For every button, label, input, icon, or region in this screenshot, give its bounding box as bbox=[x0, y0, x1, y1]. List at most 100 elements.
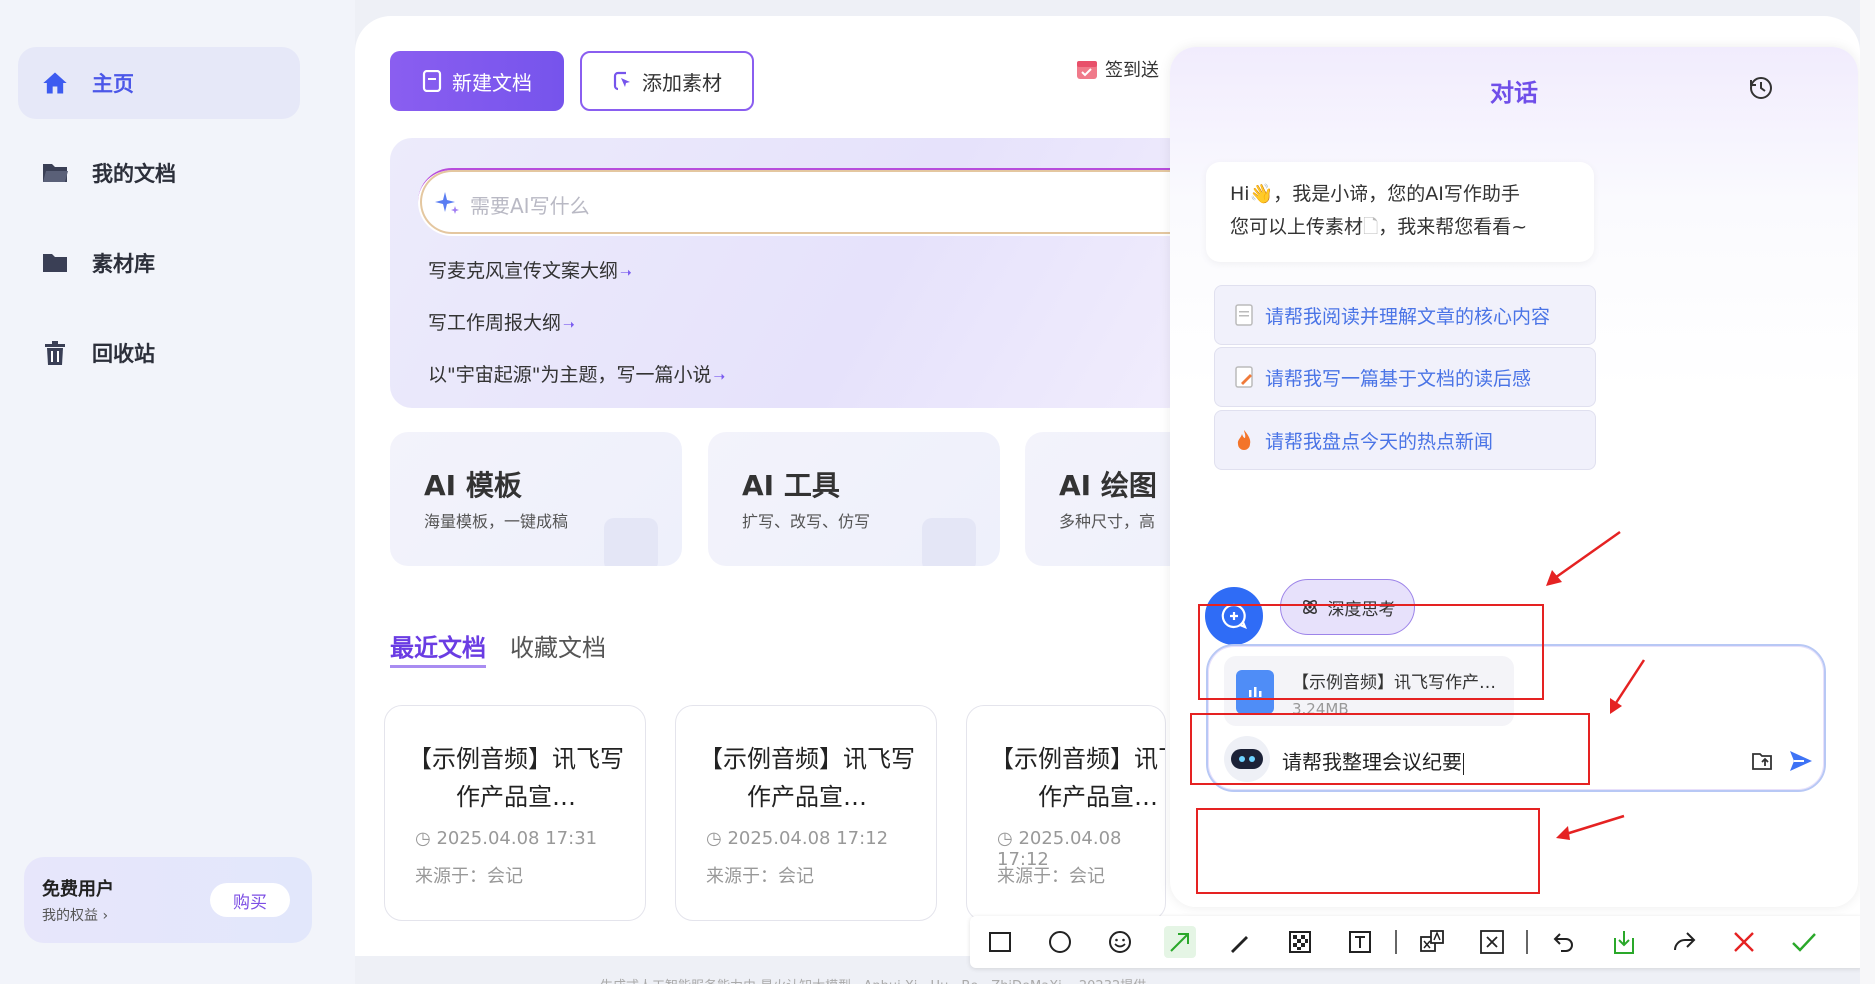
sidebar-item-trash[interactable]: 回收站 bbox=[18, 317, 300, 389]
tool-title: AI 绘图 bbox=[1059, 469, 1157, 502]
emoji-tool-icon[interactable] bbox=[1104, 926, 1136, 958]
ocr-tool-icon[interactable] bbox=[1476, 926, 1508, 958]
doc-source: 来源于：会记 bbox=[997, 866, 1105, 887]
share-icon[interactable] bbox=[1668, 926, 1700, 958]
ai-prompt-placeholder: 需要AI写什么 bbox=[470, 194, 590, 218]
doc-card[interactable]: 【示例音频】讯飞写作产品宣… ◷ 2025.04.08 17:12 来源于：会记 bbox=[675, 705, 937, 921]
doc-title: 【示例音频】讯飞写作产品宣… bbox=[699, 745, 915, 811]
clock-icon: ◷ bbox=[415, 828, 437, 849]
rectangle-tool-icon[interactable] bbox=[984, 926, 1016, 958]
user-card: 免费用户 我的权益 › 购买 bbox=[24, 857, 312, 943]
tool-deco-icon bbox=[922, 518, 976, 566]
doc-title: 【示例音频】讯飞写作产品宣… bbox=[990, 745, 1165, 811]
toolbar-divider bbox=[1395, 930, 1397, 954]
tool-title: AI 模板 bbox=[424, 469, 522, 502]
checkin-link[interactable]: 签到送 bbox=[1075, 56, 1159, 82]
pen-tool-icon[interactable] bbox=[1224, 926, 1256, 958]
sidebar-item-label: 我的文档 bbox=[92, 162, 176, 186]
atom-icon bbox=[1302, 600, 1317, 614]
doc-card[interactable]: 【示例音频】讯飞写作产品宣… ◷ 2025.04.08 17:12 来源于：会记 bbox=[966, 705, 1166, 921]
close-icon[interactable] bbox=[1728, 926, 1760, 958]
ai-prompt-input[interactable]: 需要AI写什么 bbox=[418, 168, 1190, 236]
document-icon bbox=[422, 70, 442, 92]
template-deco-icon bbox=[604, 518, 658, 566]
chat-panel: 对话 Hi👋，我是小谛，您的AI写作助手 您可以上传素材🗋，我来帮您看看~ 请帮… bbox=[1170, 47, 1858, 907]
assistant-bot-icon bbox=[1224, 736, 1270, 782]
arrow-right-icon: ➝ bbox=[620, 265, 632, 281]
tool-subtitle: 海量模板，一键成稿 bbox=[424, 512, 569, 531]
confirm-check-icon[interactable] bbox=[1788, 926, 1820, 958]
ellipse-tool-icon[interactable] bbox=[1044, 926, 1076, 958]
chat-input[interactable]: 请帮我整理会议纪要 bbox=[1282, 746, 1464, 775]
user-benefits-link[interactable]: 我的权益 › bbox=[42, 905, 108, 925]
toolbar-divider bbox=[1526, 930, 1528, 954]
new-chat-button[interactable] bbox=[1205, 587, 1263, 645]
hero-suggestion[interactable]: 写工作周报大纲 ➝ bbox=[428, 308, 575, 335]
hero-suggestion-text: 写工作周报大纲 bbox=[428, 312, 562, 334]
arrow-right-icon: ➝ bbox=[563, 317, 575, 333]
chat-composer: 【示例音频】讯飞写作产… 3.24MB 请帮我整理会议纪要 bbox=[1206, 644, 1826, 792]
ai-tool-card[interactable]: AI 工具 扩写、改写、仿写 bbox=[708, 432, 1000, 566]
doc-source: 来源于：会记 bbox=[706, 866, 814, 887]
doc-source: 来源于：会记 bbox=[415, 866, 523, 887]
folder-open-icon bbox=[40, 158, 70, 188]
ai-template-card[interactable]: AI 模板 海量模板，一键成稿 bbox=[390, 432, 682, 566]
file-icon: 🗋 bbox=[1363, 216, 1379, 238]
clock-icon: ◷ bbox=[706, 828, 728, 849]
ai-write-hero: 需要AI写什么 写麦克风宣传文案大纲 ➝ 写工作周报大纲 ➝ 以"宇宙起源"为主题，… bbox=[390, 138, 1190, 408]
doc-date: ◷ 2025.04.08 17:31 bbox=[415, 828, 597, 849]
hero-suggestion-text: 以"宇宙起源"为主题，写一篇小说 bbox=[428, 364, 712, 386]
window-edge bbox=[1860, 0, 1875, 984]
tab-recent-docs[interactable]: 最近文档 bbox=[390, 628, 486, 668]
sidebar: 主页 我的文档 素材库 回收站 免费用户 我的权益 › 购买 bbox=[0, 0, 355, 984]
translate-tool-icon[interactable] bbox=[1416, 926, 1448, 958]
greeting-text: 您可以上传素材 bbox=[1230, 216, 1364, 238]
doc-date-text: 2025.04.08 17:12 bbox=[727, 828, 889, 849]
user-plan: 免费用户 bbox=[42, 879, 114, 900]
attached-file-size: 3.24MB bbox=[1292, 700, 1349, 718]
sidebar-item-my-docs[interactable]: 我的文档 bbox=[18, 137, 300, 209]
greeting-line-2: 您可以上传素材🗋，我来帮您看看~ bbox=[1230, 211, 1570, 244]
doc-title: 【示例音频】讯飞写作产品宣… bbox=[408, 745, 624, 811]
send-icon[interactable] bbox=[1788, 749, 1814, 773]
chat-suggestion-review[interactable]: 请帮我写一篇基于文档的读后感 bbox=[1214, 347, 1596, 407]
attached-file-name: 【示例音频】讯飞写作产… bbox=[1292, 673, 1496, 693]
chat-suggestion-read[interactable]: 请帮我阅读并理解文章的核心内容 bbox=[1214, 285, 1596, 345]
fire-icon bbox=[1237, 430, 1251, 450]
doc-card[interactable]: 【示例音频】讯飞写作产品宣… ◷ 2025.04.08 17:31 来源于：会记 bbox=[384, 705, 646, 921]
add-material-label: 添加素材 bbox=[642, 70, 722, 95]
trash-icon bbox=[40, 338, 70, 368]
tool-subtitle: 扩写、改写、仿写 bbox=[742, 512, 871, 531]
history-icon[interactable] bbox=[1748, 75, 1774, 101]
checkin-label: 签到送 bbox=[1105, 60, 1159, 81]
chat-plus-icon bbox=[1221, 603, 1247, 629]
save-download-icon[interactable] bbox=[1608, 926, 1640, 958]
tab-favorite-docs[interactable]: 收藏文档 bbox=[510, 628, 606, 663]
tool-title: AI 工具 bbox=[742, 469, 840, 502]
sidebar-item-label: 主页 bbox=[92, 72, 134, 96]
greeting-line: Hi👋，我是小谛，您的AI写作助手 bbox=[1230, 183, 1520, 205]
sparkle-icon bbox=[435, 192, 459, 214]
sidebar-item-materials[interactable]: 素材库 bbox=[18, 227, 300, 299]
new-document-button[interactable]: 新建文档 bbox=[390, 51, 564, 111]
arrow-tool-icon[interactable] bbox=[1164, 926, 1196, 958]
text-tool-icon[interactable] bbox=[1344, 926, 1376, 958]
chat-suggestion-label: 请帮我写一篇基于文档的读后感 bbox=[1265, 367, 1532, 390]
deep-thinking-toggle[interactable]: 深度思考 bbox=[1280, 579, 1415, 635]
upload-file-icon[interactable] bbox=[1750, 749, 1774, 773]
doc-icon bbox=[1235, 304, 1253, 326]
hero-suggestion[interactable]: 写麦克风宣传文案大纲 ➝ bbox=[428, 256, 632, 283]
buy-button[interactable]: 购买 bbox=[210, 883, 290, 917]
arrow-right-icon: ➝ bbox=[713, 369, 726, 385]
undo-icon[interactable] bbox=[1548, 926, 1580, 958]
attached-file-chip[interactable]: 【示例音频】讯飞写作产… 3.24MB bbox=[1224, 656, 1514, 726]
sidebar-item-home[interactable]: 主页 bbox=[18, 47, 300, 119]
hero-suggestion-text: 写麦克风宣传文案大纲 bbox=[428, 260, 619, 282]
add-material-button[interactable]: 添加素材 bbox=[580, 51, 754, 111]
annotation-toolbar bbox=[970, 916, 1865, 968]
greeting-text: ，我来帮您看看~ bbox=[1378, 216, 1528, 238]
new-document-label: 新建文档 bbox=[452, 70, 532, 95]
hero-suggestion[interactable]: 以"宇宙起源"为主题，写一篇小说 ➝ bbox=[428, 360, 725, 387]
chat-suggestion-news[interactable]: 请帮我盘点今天的热点新闻 bbox=[1214, 410, 1596, 470]
mosaic-tool-icon[interactable] bbox=[1284, 926, 1316, 958]
